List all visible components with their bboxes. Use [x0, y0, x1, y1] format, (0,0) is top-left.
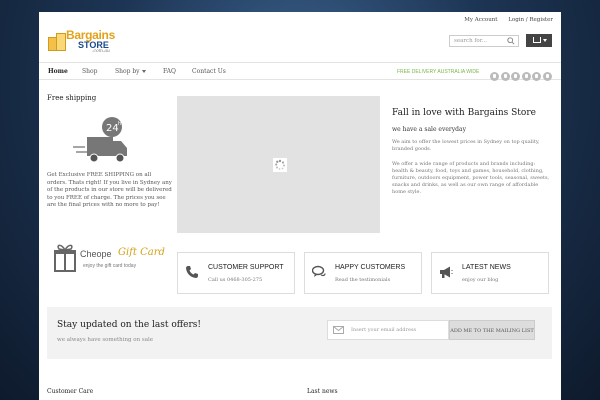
my-account-link[interactable]: My Account [464, 17, 497, 23]
main-nav: Home Shop Shop by FAQ Contact Us FREE DE… [39, 62, 561, 81]
rss-icon[interactable] [511, 72, 520, 81]
welcome-paragraph-1: We aim to offer the lowest prices in Syd… [392, 139, 540, 152]
newsletter-section: Stay updated on the last offers! we alwa… [47, 307, 552, 359]
welcome-paragraph-2: We offer a wide range of products and br… [392, 161, 550, 195]
google-plus-icon[interactable] [521, 72, 531, 81]
badge-24: 24 [106, 123, 119, 134]
newsletter-email-placeholder: Insert your email address [351, 327, 417, 333]
customer-support-box[interactable]: CUSTOMER SUPPORT Call us 0468-305-275 [177, 252, 295, 294]
welcome-title: Fall in love with Bargains Store [392, 108, 536, 118]
loading-spinner-icon [273, 158, 287, 172]
happy-customers-link: Read the testimonials [335, 277, 391, 283]
latest-news-link: enjoy our blog [462, 277, 499, 283]
search-placeholder: search for... [454, 38, 487, 44]
facebook-icon[interactable] [490, 72, 499, 81]
gift-card-brand[interactable]: Cheope [80, 249, 112, 259]
store-logo[interactable]: Bargains STORE .com.au [48, 27, 115, 57]
chat-icon [312, 265, 326, 277]
happy-customers-box[interactable]: HAPPY CUSTOMERS Read the testimonials [304, 252, 422, 294]
newsletter-email-input[interactable]: Insert your email address [327, 320, 449, 340]
search-input[interactable]: search for... [449, 35, 519, 47]
linkedin-icon[interactable] [532, 72, 541, 81]
nav-shop-by[interactable]: Shop by [115, 68, 146, 75]
free-shipping-text: Get Exclusive FREE SHIPPING on all order… [47, 172, 172, 209]
pinterest-icon[interactable] [542, 72, 552, 81]
chevron-down-icon [141, 70, 146, 73]
logo-boxes-icon [48, 33, 66, 53]
nav-faq[interactable]: FAQ [163, 68, 176, 75]
footer-customer-care-heading: Customer Care [47, 388, 94, 395]
phone-icon [186, 266, 198, 278]
image-slider[interactable] [177, 96, 380, 233]
cart-icon [533, 37, 541, 43]
top-links: My Account Login / Register [455, 17, 553, 23]
free-delivery-notice: FREE DELIVERY AUSTRALIA WIDE [397, 69, 480, 75]
cart-button[interactable] [526, 34, 552, 47]
twitter-icon[interactable] [500, 72, 510, 81]
free-shipping-title: Free shipping [47, 94, 97, 102]
logo-word-domain: .com.au [92, 49, 110, 54]
newsletter-subtitle: we always have something on sale [57, 337, 153, 343]
delivery-truck-icon: 24 h [73, 117, 127, 163]
gift-card-title[interactable]: Gift Card [118, 247, 165, 258]
nav-home[interactable]: Home [48, 68, 68, 75]
gift-box-icon[interactable] [53, 241, 77, 273]
page: My Account Login / Register Bargains STO… [39, 12, 561, 400]
latest-news-box[interactable]: LATEST NEWS enjoy our blog [431, 252, 549, 294]
megaphone-icon [440, 266, 453, 278]
subscribe-button[interactable]: ADD ME TO THE MAILING LIST [449, 320, 535, 340]
latest-news-title: LATEST NEWS [462, 264, 511, 271]
badge-hour-suffix: h [118, 121, 121, 127]
nav-shop[interactable]: Shop [82, 68, 97, 75]
customer-support-title: CUSTOMER SUPPORT [208, 264, 284, 271]
nav-shop-by-label: Shop by [115, 68, 140, 75]
envelope-icon [333, 326, 344, 334]
happy-customers-title: HAPPY CUSTOMERS [335, 264, 406, 271]
chevron-down-icon [543, 39, 547, 42]
gift-card-subtitle: enjoy the gift card today [83, 263, 137, 269]
newsletter-title: Stay updated on the last offers! [57, 320, 202, 330]
nav-contact-us[interactable]: Contact Us [192, 68, 226, 75]
search-icon[interactable] [507, 37, 515, 45]
social-links [490, 66, 553, 85]
customer-support-phone: Call us 0468-305-275 [208, 277, 263, 283]
footer-last-news-heading: Last news [307, 388, 338, 395]
welcome-subtitle: we have a sale everyday [392, 126, 466, 133]
login-register-link[interactable]: Login / Register [508, 17, 553, 23]
